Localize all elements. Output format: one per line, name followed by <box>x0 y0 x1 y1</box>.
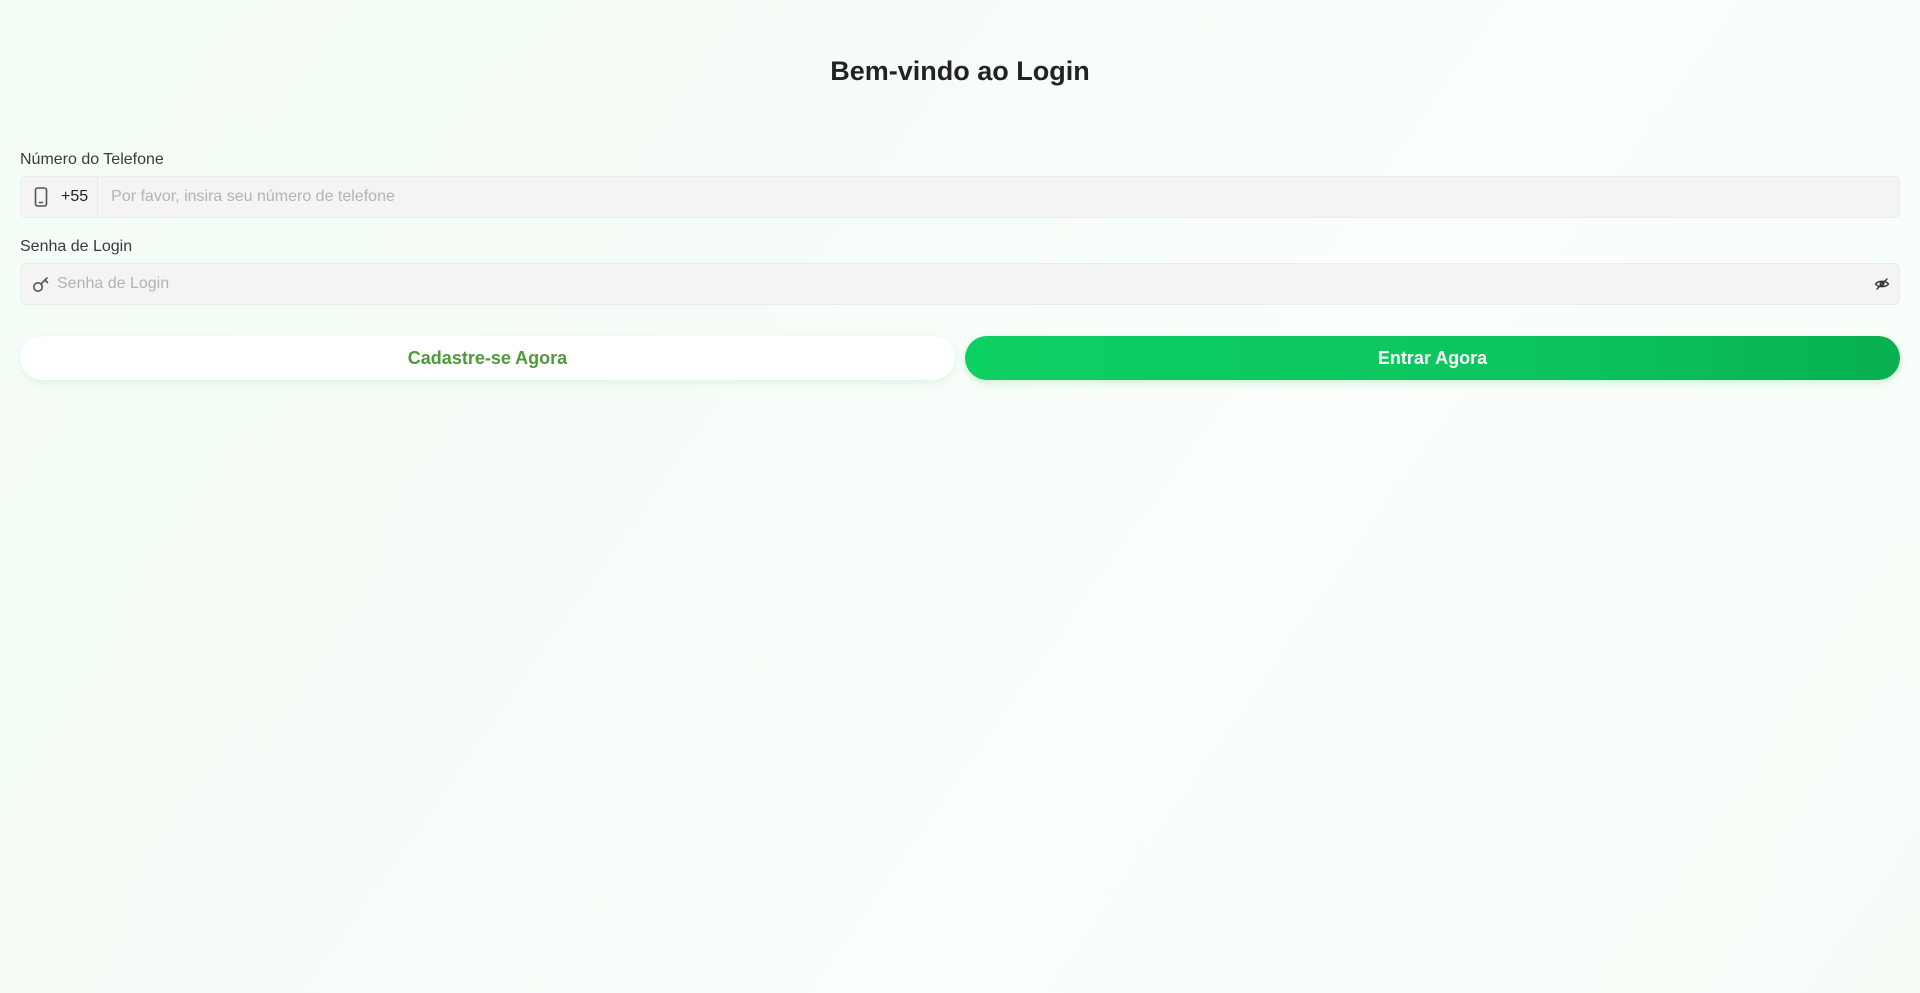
country-code[interactable]: +55 <box>61 177 99 217</box>
eye-off-icon[interactable] <box>1874 276 1890 292</box>
password-input[interactable] <box>55 263 1874 305</box>
phone-icon <box>33 187 49 207</box>
register-button[interactable]: Cadastre-se Agora <box>20 336 955 380</box>
page-title: Bem-vindo ao Login <box>830 56 1090 86</box>
phone-field: +55 <box>20 176 1900 218</box>
key-icon <box>32 275 50 293</box>
password-field <box>20 263 1900 305</box>
login-page: Bem-vindo ao Login Número do Telefone +5… <box>0 0 1920 993</box>
password-label: Senha de Login <box>20 238 133 255</box>
login-button[interactable]: Entrar Agora <box>965 336 1900 380</box>
phone-label: Número do Telefone <box>20 151 164 168</box>
phone-input[interactable] <box>109 176 1899 218</box>
